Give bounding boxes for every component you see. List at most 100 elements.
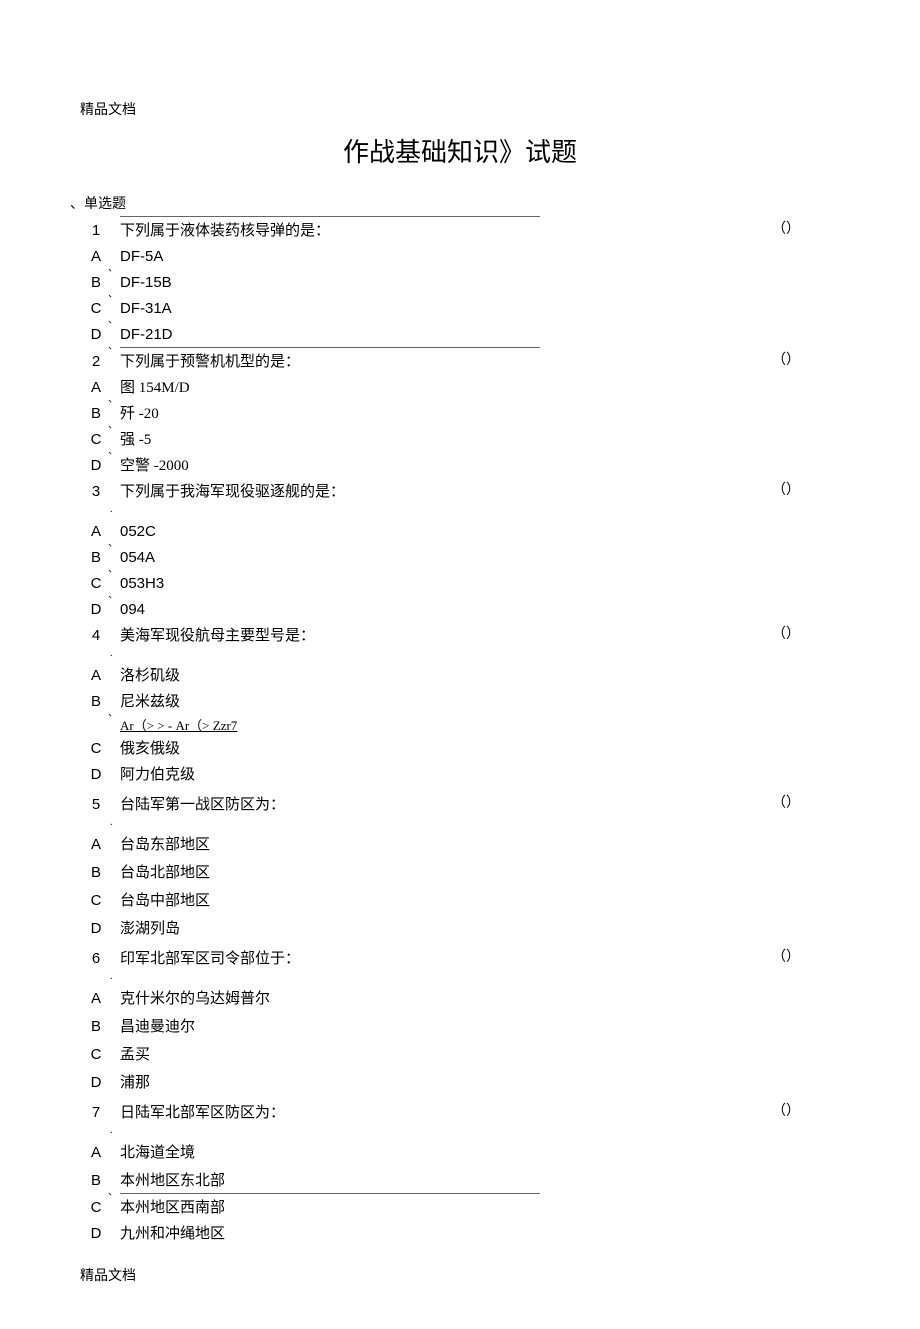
option-label: B	[80, 861, 120, 885]
option-row: B 台岛北部地区	[80, 861, 840, 885]
option-label: D	[80, 598, 120, 622]
question-number: 3	[80, 480, 120, 504]
option-row: C 053H3 、	[80, 572, 840, 596]
option-label: D	[80, 454, 120, 478]
question-text: 台陆军第一战区防区为：	[120, 793, 840, 817]
option-label: A	[80, 833, 120, 857]
section-label: 、单选题	[70, 194, 840, 216]
question-number: 2	[80, 350, 120, 374]
option-row: C DF-31A 、	[80, 297, 840, 321]
option-label: C	[80, 737, 120, 761]
option-text: DF-15B	[120, 271, 840, 295]
answer-placeholder: （）	[772, 480, 800, 502]
punct-mark: .	[110, 502, 840, 518]
option-row: D 澎湖列岛	[80, 917, 840, 941]
option-label: D	[80, 1222, 120, 1246]
option-row: A 图 154M/D 、	[80, 376, 840, 400]
question-text: 下列属于液体装药核导弹的是：	[120, 219, 840, 243]
option-row: B DF-15B 、	[80, 271, 840, 295]
option-label: C	[80, 889, 120, 913]
option-row: C 俄亥俄级	[80, 737, 840, 761]
option-row: A 052C 、	[80, 520, 840, 544]
option-label: D	[80, 763, 120, 787]
option-row: A 台岛东部地区	[80, 833, 840, 857]
option-text: 本州地区西南部	[120, 1196, 840, 1220]
option-text: 052C	[120, 520, 840, 544]
option-text: 054A	[120, 546, 840, 570]
question-row: 5 台陆军第一战区防区为： （）	[80, 793, 840, 817]
option-text: 台岛中部地区	[120, 889, 840, 913]
option-row: A DF-5A 、	[80, 245, 840, 269]
option-text: DF-31A	[120, 297, 840, 321]
option-label: A	[80, 664, 120, 688]
option-text: 孟买	[120, 1043, 840, 1067]
punct-mark: 、	[108, 706, 118, 722]
option-label: B	[80, 1015, 120, 1039]
option-text: 克什米尔的乌达姆普尔	[120, 987, 840, 1011]
option-label: A	[80, 1141, 120, 1165]
question-number: 1	[80, 219, 120, 243]
question-number: 7	[80, 1101, 120, 1125]
stray-text: Ar（> > - Ar（> Zzr7	[120, 716, 840, 737]
option-text: 台岛东部地区	[120, 833, 840, 857]
option-text: DF-5A	[120, 245, 840, 269]
option-row: D 空警 -2000	[80, 454, 840, 478]
option-row: C 本州地区西南部	[80, 1196, 840, 1220]
option-row: D DF-21D 、	[80, 323, 840, 347]
option-text: 俄亥俄级	[120, 737, 840, 761]
option-row: D 浦那	[80, 1071, 840, 1095]
question-row: 6 印军北部军区司令部位于： （）	[80, 947, 840, 971]
option-text: 台岛北部地区	[120, 861, 840, 885]
question-row: 7 日陆军北部军区防区为： （）	[80, 1101, 840, 1125]
answer-placeholder: （）	[772, 624, 800, 646]
header-watermark: 精品文档	[80, 100, 840, 122]
option-text: 昌迪曼迪尔	[120, 1015, 840, 1039]
option-row: B 尼米兹级 、	[80, 690, 840, 714]
footer-watermark: 精品文档	[80, 1266, 840, 1288]
question-text: 下列属于预警机机型的是：	[120, 350, 840, 374]
option-row: B 歼 -20 、	[80, 402, 840, 426]
question-row: 1 下列属于液体装药核导弹的是： （）	[80, 219, 840, 243]
option-text: 北海道全境	[120, 1141, 840, 1165]
option-text: 歼 -20	[120, 402, 840, 426]
answer-placeholder: （）	[772, 1101, 800, 1123]
question-number: 4	[80, 624, 120, 648]
option-text: 本州地区东北部	[120, 1169, 840, 1193]
option-row: C 孟买	[80, 1043, 840, 1067]
option-text: 浦那	[120, 1071, 840, 1095]
option-row: D 094	[80, 598, 840, 622]
divider	[120, 216, 540, 217]
option-label: D	[80, 917, 120, 941]
question-number: 5	[80, 793, 120, 817]
option-row: C 台岛中部地区	[80, 889, 840, 913]
option-text: 九州和冲绳地区	[120, 1222, 840, 1246]
option-row: D 阿力伯克级	[80, 763, 840, 787]
option-row: B 本州地区东北部 、	[80, 1169, 840, 1193]
option-text: 阿力伯克级	[120, 763, 840, 787]
question-row: 3 下列属于我海军现役驱逐舰的是： （）	[80, 480, 840, 504]
question-text: 下列属于我海军现役驱逐舰的是：	[120, 480, 840, 504]
option-label: A	[80, 987, 120, 1011]
question-text: 印军北部军区司令部位于：	[120, 947, 840, 971]
option-text: 尼米兹级	[120, 690, 840, 714]
punct-mark: .	[110, 1123, 840, 1139]
option-text: DF-21D	[120, 323, 840, 347]
question-row: 4 美海军现役航母主要型号是： （）	[80, 624, 840, 648]
answer-placeholder: （）	[772, 219, 800, 241]
option-text: 053H3	[120, 572, 840, 596]
answer-placeholder: （）	[772, 793, 800, 815]
option-row: B 昌迪曼迪尔	[80, 1015, 840, 1039]
option-row: D 九州和冲绳地区	[80, 1222, 840, 1246]
option-label: C	[80, 1196, 120, 1220]
option-text: 094	[120, 598, 840, 622]
question-text: 美海军现役航母主要型号是：	[120, 624, 840, 648]
option-row: A 北海道全境	[80, 1141, 840, 1165]
option-label: D	[80, 1071, 120, 1095]
option-label: C	[80, 1043, 120, 1067]
document-title: 作战基础知识》试题	[80, 132, 840, 174]
option-text: 强 -5	[120, 428, 840, 452]
divider	[120, 347, 540, 348]
question-number: 6	[80, 947, 120, 971]
option-row: A 克什米尔的乌达姆普尔	[80, 987, 840, 1011]
option-row: C 强 -5 、	[80, 428, 840, 452]
